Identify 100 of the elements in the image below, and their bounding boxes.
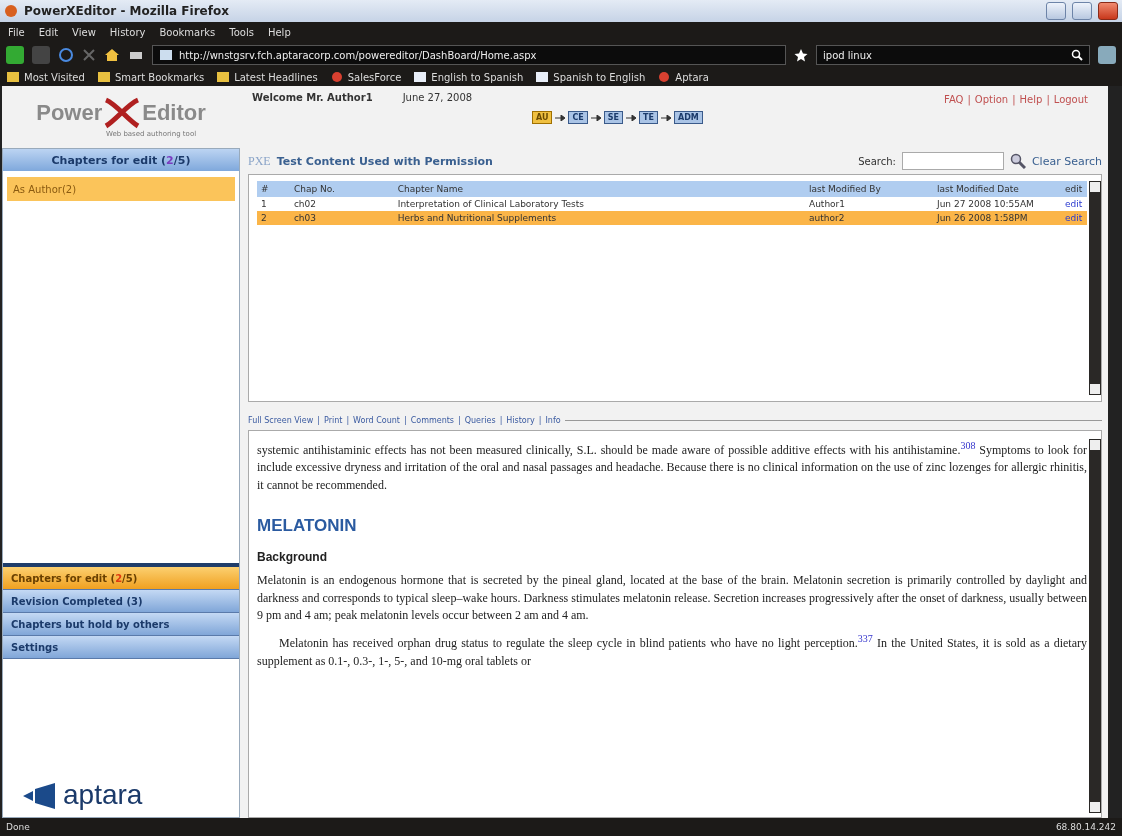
stop-icon[interactable] xyxy=(82,48,96,62)
page-icon xyxy=(159,49,173,61)
separator-text: | xyxy=(1012,94,1016,108)
panel-header: Chapters for edit (2/5) xyxy=(3,149,239,171)
table-cell: Jun 26 2008 1:58PM xyxy=(933,211,1061,225)
separator-text: | xyxy=(346,415,350,425)
content-title: Test Content Used with Permission xyxy=(276,154,494,168)
search-icon[interactable] xyxy=(1071,49,1083,61)
workflow-step[interactable]: CE xyxy=(568,111,588,124)
arrow-icon xyxy=(660,114,671,121)
accordion-section[interactable]: Settings xyxy=(3,636,239,659)
table-cell: Author1 xyxy=(805,197,933,211)
menu-item[interactable]: Edit xyxy=(38,26,59,38)
header-link[interactable]: Logout xyxy=(1053,94,1088,140)
workflow-step[interactable]: TE xyxy=(639,111,658,124)
separator-text: | xyxy=(1046,94,1050,108)
arrow-icon xyxy=(555,114,566,121)
bookmark-item[interactable]: Latest Headlines xyxy=(234,71,318,83)
workflow-step[interactable]: AU xyxy=(532,111,553,124)
workflow-step[interactable]: SE xyxy=(603,111,624,124)
accordion-section[interactable]: Revision Completed (3) xyxy=(3,590,239,613)
accordion-section[interactable]: Chapters but hold by others xyxy=(3,613,239,636)
bookmark-item[interactable]: Aptara xyxy=(675,71,709,83)
separator-text: | xyxy=(403,415,407,425)
title-prefix: PXE xyxy=(248,153,271,169)
brand-logo-icon xyxy=(23,783,57,809)
accordion-section[interactable]: Chapters for edit (2/5) xyxy=(3,567,239,590)
table-cell: Jun 27 2008 10:55AM xyxy=(933,197,1061,211)
arrow-icon xyxy=(590,114,601,121)
edit-link[interactable]: edit xyxy=(1061,211,1087,225)
table-cell: Herbs and Nutritional Supplements xyxy=(393,211,805,225)
home-icon[interactable] xyxy=(104,47,120,63)
maximize-button[interactable] xyxy=(1072,2,1092,20)
minimize-button[interactable] xyxy=(1046,2,1066,20)
separator-text: | xyxy=(538,415,542,425)
separator-text: | xyxy=(458,415,461,425)
toolbar-link[interactable]: Info xyxy=(545,415,561,425)
paragraph: systemic antihistaminic effects has not been measured clinically, S.L. should be made aware of possible additive effects with his antihistamine.$^{308}$ Symptoms to look for include excessive dryness and irritation of the oral and nasal passages and headache. Because there is no clinical information on the use of zinc lozenges for allergic rhinitis, it cannot be recommended. xyxy=(257,439,1087,494)
toolbar-link[interactable]: Print xyxy=(323,415,343,425)
folder-icon xyxy=(96,71,111,83)
separator-text: | xyxy=(317,415,320,425)
paragraph: Melatonin is an endogenous hormone that is secreted by the pineal gland, located at the base of the brain. Melatonin secretion is primarily controlled by daylight and darkness and corresponds to typical sleep–wake hours. Darkness stimulates melatonin release. Secretion increases progressively after the onset of darkness, usually between 9 pm and 4 am; peak melatonin levels occur between 2 am and 4 am. xyxy=(257,572,1087,624)
menu-item[interactable]: File xyxy=(8,26,25,38)
search-label: Search: xyxy=(858,155,896,167)
toolbar-link[interactable]: History xyxy=(506,415,535,425)
scrollbar[interactable] xyxy=(1089,439,1101,813)
column-header: Chap No. xyxy=(289,181,394,197)
toolbar-link[interactable]: Word Count xyxy=(353,415,400,425)
sidebar-item[interactable]: As Author(2) xyxy=(7,177,235,201)
bookmark-item[interactable]: SalesForce xyxy=(347,71,402,83)
close-button[interactable] xyxy=(1098,2,1118,20)
header-link[interactable]: Help xyxy=(1019,94,1043,140)
scrollbar[interactable] xyxy=(1089,181,1101,395)
arrow-icon xyxy=(626,114,637,121)
table-cell: ch02 xyxy=(289,197,394,211)
table-cell: author2 xyxy=(805,211,933,225)
separator-text: | xyxy=(499,415,503,425)
bookmark-item[interactable]: Most Visited xyxy=(24,71,85,83)
table-cell: 1 xyxy=(257,197,290,211)
reload-icon[interactable] xyxy=(58,47,74,63)
menu-item[interactable]: View xyxy=(72,26,96,38)
table-cell: 2 xyxy=(257,211,290,225)
separator-text: | xyxy=(967,94,971,108)
toolbar-link[interactable]: Full Screen View xyxy=(248,415,314,425)
bookmark-item[interactable]: Smart Bookmarks xyxy=(114,71,205,83)
web-search-field[interactable]: ipod linux xyxy=(816,45,1090,65)
star-icon[interactable] xyxy=(794,48,808,62)
column-header: edit xyxy=(1061,181,1087,197)
window-title: PowerXEditor - Mozilla Firefox xyxy=(24,4,230,18)
bookmark-item[interactable]: English to Spanish xyxy=(431,71,524,83)
header-link[interactable]: Option xyxy=(974,94,1009,140)
paragraph: Melatonin has received orphan drug status to regulate the sleep cycle in blind patients who have no light perception.$^{337}$ In the United States, it is sold as a dietary supplement as 0.1-, 0.3-, 1-, 5-, and 10-mg oral tablets or xyxy=(257,632,1087,670)
section-heading: MELATONIN xyxy=(257,516,358,537)
workflow-step[interactable]: ADM xyxy=(673,111,703,124)
toolbar-link[interactable]: Queries xyxy=(464,415,496,425)
date-text: June 27, 2008 xyxy=(402,92,473,103)
logo-text: Power xyxy=(36,100,103,126)
menu-item[interactable]: Bookmarks xyxy=(159,26,216,38)
search-icon[interactable] xyxy=(1009,153,1026,169)
column-header: last Modified Date xyxy=(933,181,1061,197)
table-cell: Interpretation of Clinical Laboratory Tests xyxy=(393,197,805,211)
bookmark-item[interactable]: Spanish to English xyxy=(553,71,646,83)
menu-item[interactable]: History xyxy=(109,26,146,38)
menu-item[interactable]: Tools xyxy=(229,26,254,38)
column-header: last Modified By xyxy=(805,181,933,197)
search-field[interactable] xyxy=(901,152,1004,170)
subheading: Background xyxy=(257,550,328,565)
address-bar[interactable]: http://wnstgsrv.fch.aptaracorp.com/powereditor/DashBoard/Home.aspx xyxy=(152,45,786,65)
header-link[interactable]: FAQ xyxy=(944,94,964,140)
logo-text: Editor xyxy=(142,100,206,126)
toolbar-link[interactable]: Comments xyxy=(410,415,455,425)
column-header: Chapter Name xyxy=(393,181,805,197)
column-header: # xyxy=(257,181,290,197)
edit-link[interactable]: edit xyxy=(1061,197,1087,211)
page-icon xyxy=(413,71,428,83)
clear-search-link[interactable]: Clear Search xyxy=(1031,154,1102,168)
brand-name: aptara xyxy=(63,781,143,809)
menu-item[interactable]: Help xyxy=(267,26,291,38)
table-cell: ch03 xyxy=(289,211,394,225)
page-icon xyxy=(535,71,550,83)
